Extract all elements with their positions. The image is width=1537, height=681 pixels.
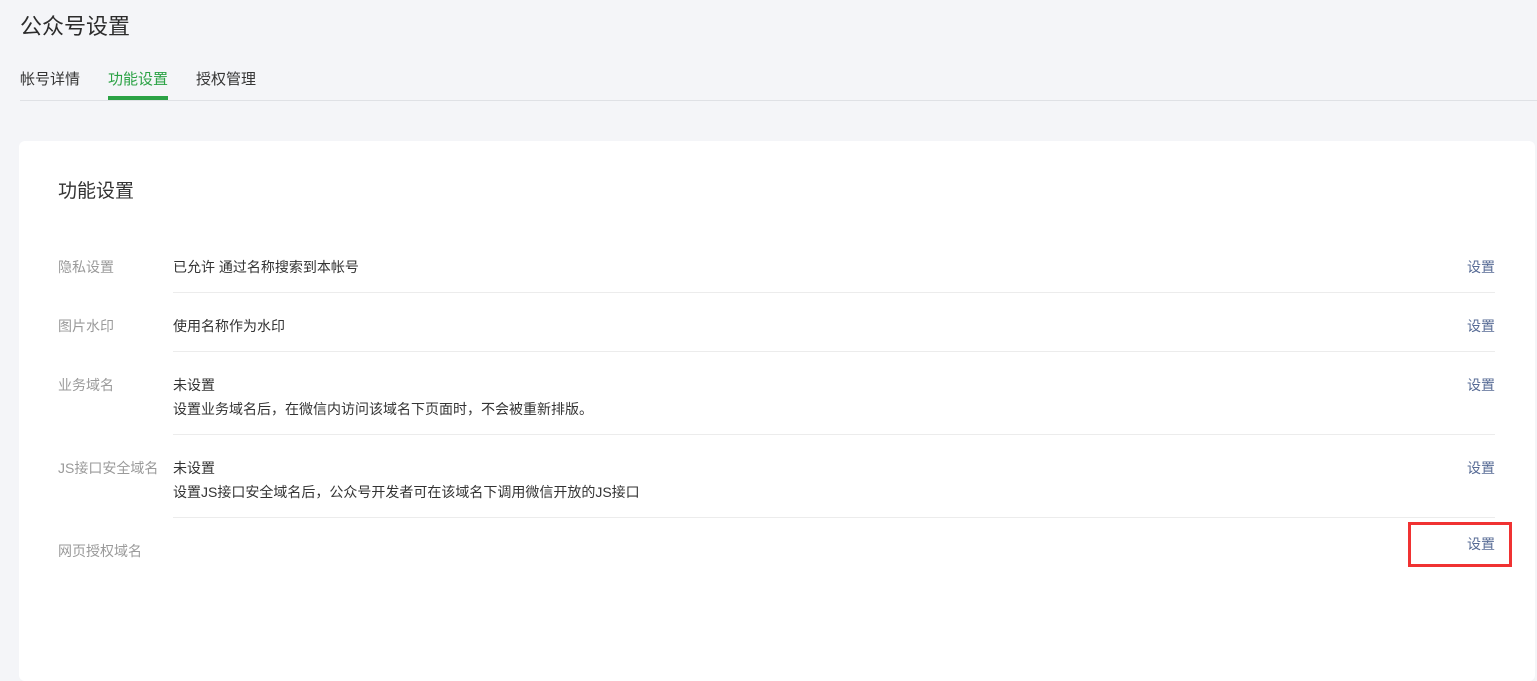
panel-heading: 功能设置: [58, 181, 1495, 202]
row-label: 业务域名: [58, 352, 173, 435]
header-divider: [20, 100, 1537, 101]
page-header: 公众号设置: [0, 0, 1537, 40]
settings-list: 隐私设置 已允许 通过名称搜索到本帐号 设置 图片水印 使用名称作为水印 设置 …: [58, 234, 1495, 582]
row-privacy-settings: 隐私设置 已允许 通过名称搜索到本帐号 设置: [58, 234, 1495, 293]
function-settings-panel: 功能设置 隐私设置 已允许 通过名称搜索到本帐号 设置 图片水印 使用名称作为水…: [19, 141, 1535, 681]
row-label: 图片水印: [58, 293, 173, 352]
row-description: 设置JS接口安全域名后，公众号开发者可在该域名下调用微信开放的JS接口: [173, 482, 640, 502]
set-link-webpage-auth-domain[interactable]: 设置: [1467, 536, 1495, 552]
set-link-business-domain[interactable]: 设置: [1467, 375, 1495, 395]
row-webpage-auth-domain: 网页授权域名 设置: [58, 518, 1495, 582]
row-label: 隐私设置: [58, 234, 173, 293]
row-value: 未设置: [173, 458, 640, 478]
row-js-api-safe-domain: JS接口安全域名 未设置 设置JS接口安全域名后，公众号开发者可在该域名下调用微…: [58, 435, 1495, 518]
row-business-domain: 业务域名 未设置 设置业务域名后，在微信内访问该域名下页面时，不会被重新排版。 …: [58, 352, 1495, 435]
row-label: 网页授权域名: [58, 518, 173, 582]
row-label: JS接口安全域名: [58, 435, 173, 518]
set-link-privacy[interactable]: 设置: [1467, 257, 1495, 277]
red-highlight-box: 设置: [1408, 522, 1512, 567]
row-value: 未设置: [173, 375, 593, 395]
set-link-js-api-domain[interactable]: 设置: [1467, 458, 1495, 478]
page-title: 公众号设置: [20, 14, 1537, 40]
tab-authorization-management[interactable]: 授权管理: [196, 70, 256, 100]
tab-account-details[interactable]: 帐号详情: [20, 70, 80, 100]
row-image-watermark: 图片水印 使用名称作为水印 设置: [58, 293, 1495, 352]
set-link-watermark[interactable]: 设置: [1467, 316, 1495, 336]
tab-function-settings[interactable]: 功能设置: [108, 70, 168, 100]
row-value: 已允许 通过名称搜索到本帐号: [173, 257, 359, 277]
row-description: 设置业务域名后，在微信内访问该域名下页面时，不会被重新排版。: [173, 399, 593, 419]
tab-bar: 帐号详情 功能设置 授权管理: [20, 70, 1537, 100]
row-value: 使用名称作为水印: [173, 316, 285, 336]
